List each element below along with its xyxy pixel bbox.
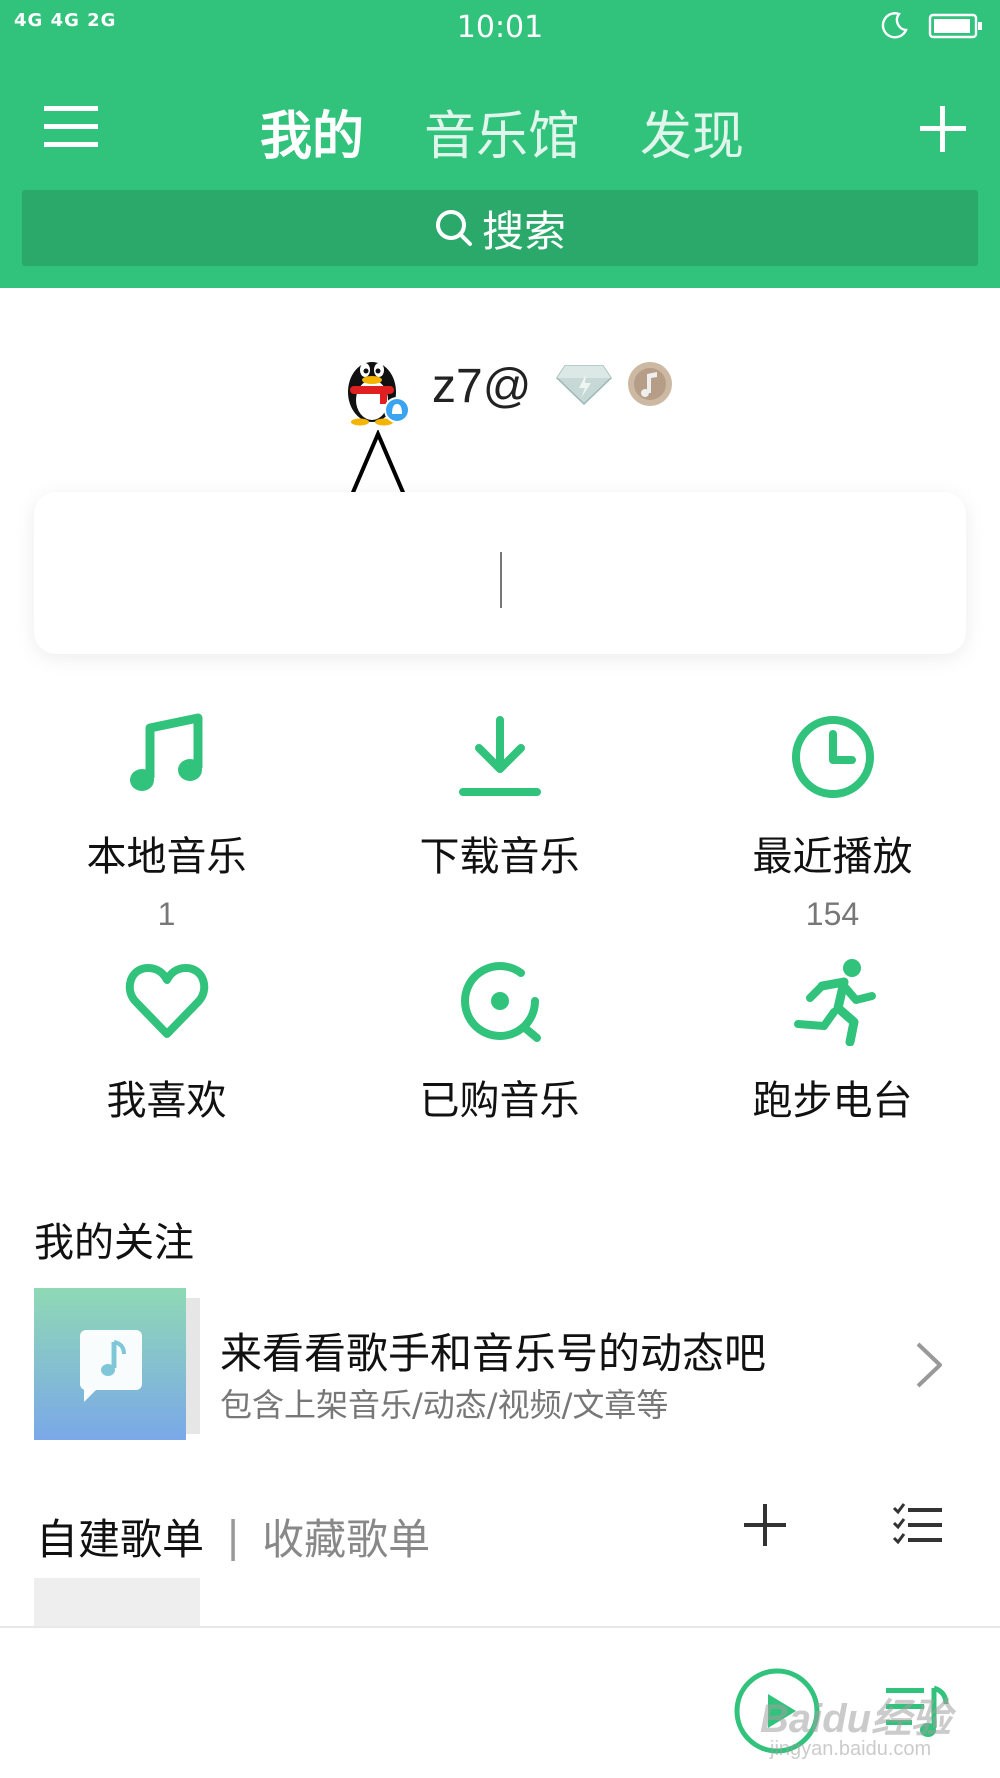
tab-collected-playlists[interactable]: 收藏歌单 bbox=[262, 1506, 430, 1567]
diamond-badge-icon[interactable] bbox=[555, 362, 613, 410]
message-music-icon bbox=[80, 1330, 142, 1402]
watermark-url: jingyan.baidu.com bbox=[770, 1738, 932, 1760]
mini-player-bar[interactable]: Baidu经验 jingyan.baidu.com bbox=[0, 1626, 1000, 1778]
playlist-thumbnail[interactable] bbox=[34, 1578, 200, 1628]
playlist-tab-separator: | bbox=[226, 1512, 241, 1561]
username[interactable]: z7@ bbox=[432, 359, 531, 414]
member-card[interactable] bbox=[34, 492, 966, 654]
search-icon bbox=[435, 210, 472, 246]
profile-row: z7@ bbox=[342, 346, 677, 426]
tab-created-playlists[interactable]: 自建歌单 bbox=[36, 1506, 204, 1567]
manage-list-icon[interactable] bbox=[892, 1500, 944, 1554]
grid-label: 我喜欢 bbox=[106, 1078, 227, 1124]
grid-count: 1 bbox=[157, 896, 176, 932]
following-entry[interactable]: 来看看歌手和音乐号的动态吧 包含上架音乐/动态/视频/文章等 bbox=[34, 1288, 966, 1442]
grid-label: 下载音乐 bbox=[419, 834, 580, 880]
grid-item-running-radio[interactable]: 跑步电台 bbox=[666, 956, 999, 1126]
status-time: 10:01 bbox=[456, 10, 544, 45]
tab-mine[interactable]: 我的 bbox=[260, 94, 364, 169]
following-thumbnail bbox=[34, 1288, 186, 1440]
battery-icon bbox=[928, 12, 984, 44]
grid-label: 已购音乐 bbox=[419, 1078, 580, 1124]
search-label: 搜索 bbox=[481, 206, 566, 256]
grid-item-recent-play[interactable]: 最近播放 154 bbox=[666, 712, 999, 933]
download-icon bbox=[333, 712, 666, 802]
music-level-badge-icon[interactable] bbox=[623, 359, 677, 413]
add-playlist-icon[interactable] bbox=[740, 1500, 790, 1554]
tab-music-hall[interactable]: 音乐馆 bbox=[424, 94, 580, 169]
hamburger-menu-icon[interactable] bbox=[44, 100, 98, 154]
grid-item-local-music[interactable]: 本地音乐 1 bbox=[0, 712, 333, 933]
search-bar[interactable]: 搜索 bbox=[22, 190, 978, 266]
watermark-brand: Baidu经验 bbox=[760, 1697, 952, 1741]
grid-label: 最近播放 bbox=[752, 834, 913, 880]
add-icon[interactable] bbox=[918, 104, 968, 154]
top-tabs: 我的 音乐馆 发现 bbox=[260, 94, 804, 169]
status-bar: 4G 4G 2G 10:01 bbox=[0, 0, 1000, 54]
music-note-icon bbox=[0, 712, 333, 802]
tab-discover[interactable]: 发现 bbox=[640, 94, 744, 169]
thumb-shadow bbox=[184, 1298, 200, 1434]
section-title-following: 我的关注 bbox=[34, 1220, 194, 1266]
heart-icon bbox=[0, 956, 333, 1046]
clock-icon bbox=[666, 712, 999, 802]
grid-count: 154 bbox=[805, 896, 860, 932]
card-divider bbox=[500, 552, 502, 608]
running-icon bbox=[666, 956, 999, 1046]
avatar[interactable] bbox=[342, 346, 412, 426]
chevron-right-icon[interactable] bbox=[914, 1340, 944, 1394]
following-title: 来看看歌手和音乐号的动态吧 bbox=[220, 1329, 767, 1378]
grid-item-purchased[interactable]: 已购音乐 bbox=[333, 956, 666, 1126]
grid-item-download-music[interactable]: 下载音乐 bbox=[333, 712, 666, 896]
purchased-disc-icon bbox=[333, 956, 666, 1046]
moon-icon bbox=[880, 10, 910, 44]
grid-label: 跑步电台 bbox=[752, 1078, 913, 1124]
grid-item-favorites[interactable]: 我喜欢 bbox=[0, 956, 333, 1126]
app-header: 4G 4G 2G 10:01 我的 音乐馆 发现 搜索 bbox=[0, 0, 1000, 288]
following-subtitle: 包含上架音乐/动态/视频/文章等 bbox=[220, 1386, 669, 1424]
grid-label: 本地音乐 bbox=[86, 834, 247, 880]
playlist-tabs: 自建歌单 | 收藏歌单 bbox=[36, 1506, 430, 1567]
